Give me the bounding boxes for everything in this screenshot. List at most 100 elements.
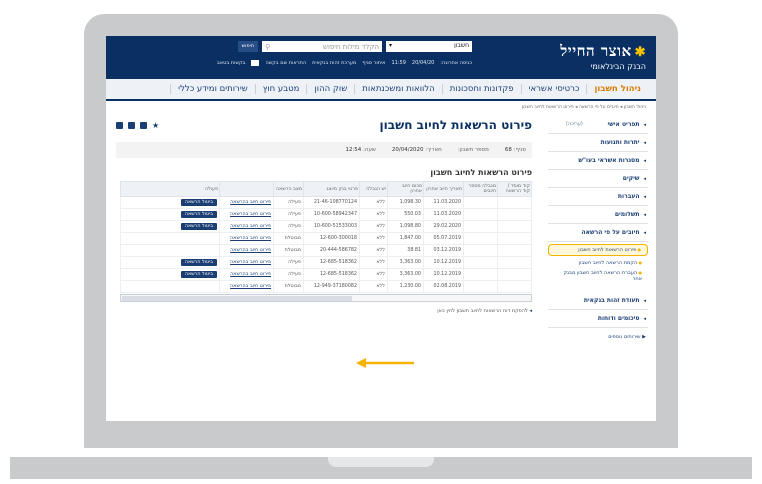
sidebar-link-debit-details[interactable]: פירוט הרשאות לחיוב חשבון xyxy=(548,244,648,256)
excel-icon[interactable] xyxy=(140,121,147,129)
tab-credit-cards[interactable]: כרטיסי אשראי xyxy=(520,84,587,94)
browser-screen: ✱אוצר החייל הבנק הבינלאומי חשבון ▾ הקלד מ… xyxy=(106,36,656,421)
cell-status: מבוטלת xyxy=(273,244,304,257)
debit-details-link[interactable]: פירוט חיוב בהרשאה xyxy=(230,224,271,229)
table-row: 02.08.2019 1,230.00 ללא 12-949-37180082 מבוט… xyxy=(120,280,532,293)
cell-last-date: 03.12.2019 xyxy=(423,244,464,257)
tab-services[interactable]: שירותים ומידע כללי xyxy=(170,84,255,94)
cell-last-amount: 1,847.00 xyxy=(387,232,424,245)
report-link[interactable]: להפקת דוח הרשאות לחיוב חשבון לחץ כאן xyxy=(116,308,532,314)
tab-loans[interactable]: הלוואות ומשכנתאות xyxy=(354,84,441,94)
tab-capital-market[interactable]: שוק ההון xyxy=(306,84,354,94)
cancel-authorization-button[interactable]: ביטול הרשאה xyxy=(180,211,217,218)
cell-details: פירוט חיוב בהרשאה xyxy=(219,244,274,257)
cell-action: ביטול הרשאה xyxy=(120,268,220,281)
header-link-branch[interactable]: איתור סניף xyxy=(362,60,385,66)
debit-details-link[interactable]: פירוט חיוב בהרשאה xyxy=(230,272,271,277)
scrollbar-thumb[interactable] xyxy=(122,296,352,301)
bank-logo[interactable]: ✱אוצר החייל הבנק הבינלאומי xyxy=(560,42,646,71)
col-limit: יש הגבלה xyxy=(359,181,388,197)
page-tools: ★ xyxy=(116,121,159,129)
search-button[interactable]: חיפוש xyxy=(237,41,258,52)
debit-details-link[interactable]: פירוט חיוב בהרשאה xyxy=(230,212,271,217)
sidebar-more-services[interactable]: ▶ שירותים נוספים xyxy=(548,328,648,346)
cell-charge-limit xyxy=(463,208,498,221)
sidebar-link-create-debit[interactable]: הקמת הרשאה לחיוב חשבון xyxy=(548,258,648,268)
sidebar-item-reports[interactable]: סיכומים ודוחות xyxy=(548,310,648,328)
cell-details: פירוט חיוב בהרשאה xyxy=(219,220,274,233)
cell-reference-value: 12-600-300018 xyxy=(319,236,357,241)
cell-action: ביטול הרשאה xyxy=(120,196,220,209)
table-row: 11.03.2020 1,098.30 ללא 21-46-108770124 פעיל… xyxy=(120,196,532,209)
cell-reference: 12-949-37180082 xyxy=(303,280,360,293)
debit-details-link[interactable]: פירוט חיוב בהרשאה xyxy=(230,284,271,289)
cell-last-date-value: 02.08.2019 xyxy=(433,284,461,289)
sidebar-item-personal-menu[interactable]: תפריט אישי (עריכה) xyxy=(548,116,648,134)
sidebar-item-balances[interactable]: יתרות ותנועות xyxy=(548,134,648,152)
header-link-bank-id[interactable]: מערכת זהות בנקאית xyxy=(312,60,356,66)
sidebar-item-bank-id[interactable]: תעודת זהות בנקאית xyxy=(548,292,648,310)
cell-status-value: פעילה xyxy=(288,200,301,205)
cell-action xyxy=(120,232,220,245)
debit-details-link[interactable]: פירוט חיוב בהרשאה xyxy=(230,236,271,241)
sidebar-link-transfer-debit[interactable]: העברת הרשאה לחיוב חשבון מבנק אחר xyxy=(548,268,648,284)
cancel-authorization-button[interactable]: ביטול הרשאה xyxy=(180,271,217,278)
search-placeholder: הקלד מילות חיפוש xyxy=(323,42,379,51)
cell-last-date: 11.03.2020 xyxy=(423,208,464,221)
cell-last-amount: 3,363.00 xyxy=(387,268,424,281)
cell-reference-value: 10-600-58942347 xyxy=(313,212,357,217)
breadcrumb[interactable]: ניהול חשבון ◂ חיובים על פי הרשאה ◂ פירוט… xyxy=(106,101,656,114)
star-icon[interactable]: ★ xyxy=(152,121,159,129)
sidebar-item-credit-lines[interactable]: מסגרות אשראי בעו"ש xyxy=(548,152,648,170)
cell-institution-code xyxy=(497,244,532,257)
col-status: מצב הרשאה xyxy=(273,181,304,197)
cell-status-value: פעילה xyxy=(288,212,301,217)
cell-reference-value: 20-444-586782 xyxy=(319,248,357,253)
cell-action: ביטול הרשאה xyxy=(120,220,220,233)
col-action: פעולה xyxy=(120,181,220,197)
cancel-authorization-button[interactable]: ביטול הרשאה xyxy=(180,199,217,206)
horizontal-scrollbar[interactable] xyxy=(120,294,532,302)
debit-details-link[interactable]: פירוט חיוב בהרשאה xyxy=(230,200,271,205)
date-value: 20/04/2020 xyxy=(391,147,424,153)
cell-institution-code xyxy=(497,256,532,269)
search-input[interactable]: הקלד מילות חיפוש ⚲ xyxy=(262,41,382,52)
header-link-alerts[interactable]: התראות שם בקשה xyxy=(265,60,306,66)
cell-last-date-value: 03.12.2019 xyxy=(433,248,461,253)
cell-last-amount: 1,098.80 xyxy=(387,220,424,233)
logo-title: אוצר החייל xyxy=(560,42,632,60)
table-row: 10.12.2019 3,363.00 ללא 12-685-518362 פעילה פ… xyxy=(120,256,532,269)
cell-details: פירוט חיוב בהרשאה xyxy=(219,256,274,269)
cell-last-date: 10.12.2019 xyxy=(423,268,464,281)
cell-charge-limit xyxy=(463,232,498,245)
cancel-authorization-button[interactable]: ביטול הרשאה xyxy=(180,223,217,230)
edit-link[interactable]: (עריכה) xyxy=(566,121,583,127)
sidebar-item-checks[interactable]: שיקים xyxy=(548,170,648,188)
cell-details: פירוט חיוב בהרשאה xyxy=(219,280,274,293)
debit-details-link[interactable]: פירוט חיוב בהרשאה xyxy=(230,260,271,265)
cell-status: מבוטלת xyxy=(273,280,304,293)
table-header-row: קוד מוסד / קוד הרשאה מגבלה מספר חיובים ת… xyxy=(120,181,532,197)
tab-deposits[interactable]: פקדונות וחסכונות xyxy=(441,84,521,94)
main-nav: ניהול חשבון כרטיסי אשראי פקדונות וחסכונו… xyxy=(106,79,656,101)
sidebar-item-payments[interactable]: תשלומים xyxy=(548,206,648,224)
cell-last-amount: 1,230.00 xyxy=(387,280,424,293)
pdf-icon[interactable] xyxy=(128,121,135,129)
print-icon[interactable] xyxy=(116,121,123,129)
account-selector[interactable]: חשבון ▾ xyxy=(386,41,472,52)
account-info-bar: סניף: 68 מספר חשבון: תאריך: 20/04/2020 ש… xyxy=(116,142,532,158)
tab-foreign-currency[interactable]: מטבע חוץ xyxy=(254,84,307,94)
sidebar-item-transfers[interactable]: העברות xyxy=(548,188,648,206)
cell-reference-value: 12-949-37180082 xyxy=(313,284,357,289)
cell-charge-limit xyxy=(463,220,498,233)
cancel-authorization-button[interactable]: ביטול הרשאה xyxy=(180,259,217,266)
header-link-requests[interactable]: בקשות בטאב xyxy=(217,60,246,66)
mail-icon[interactable] xyxy=(251,60,260,66)
cell-status: פעילה xyxy=(273,268,304,281)
sidebar-item-direct-debits[interactable]: חיובים על פי הרשאה xyxy=(548,224,648,242)
cell-status-value: מבוטלת xyxy=(284,284,301,289)
cell-charge-limit xyxy=(463,244,498,257)
tab-account-management[interactable]: ניהול חשבון xyxy=(586,84,648,94)
debit-details-link[interactable]: פירוט חיוב בהרשאה xyxy=(230,248,271,253)
branch-label: סניף: xyxy=(513,147,526,153)
